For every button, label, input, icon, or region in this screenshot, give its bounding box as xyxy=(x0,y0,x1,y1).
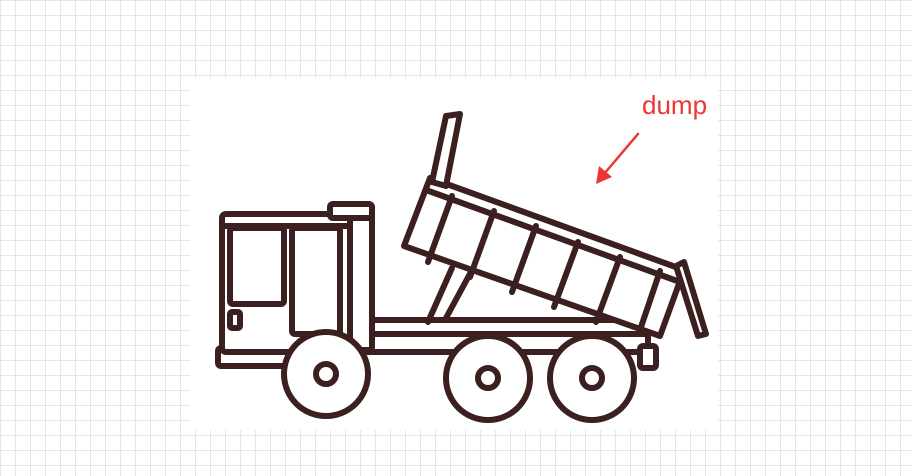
wheel-rear xyxy=(547,333,637,423)
engine-block xyxy=(347,203,375,353)
wheel-front xyxy=(281,329,371,419)
diagram-canvas: dump xyxy=(190,78,718,430)
exhaust-stack xyxy=(327,201,375,221)
annotation-label: dump xyxy=(642,90,707,120)
rear-bumper xyxy=(637,343,659,371)
wheel-middle xyxy=(443,333,533,423)
